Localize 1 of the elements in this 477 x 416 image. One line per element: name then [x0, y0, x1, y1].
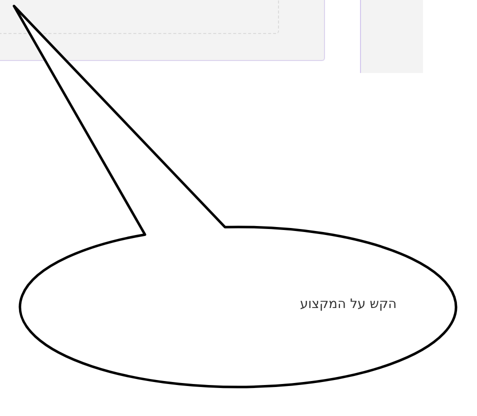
callout-text: הקש על המקצוע — [300, 297, 397, 312]
